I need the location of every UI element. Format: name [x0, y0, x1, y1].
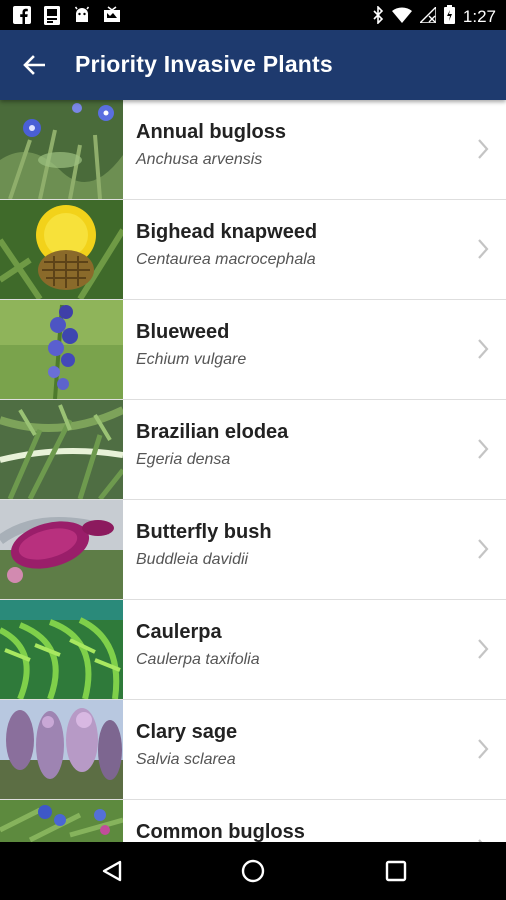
recents-square-icon [385, 860, 407, 882]
plant-common-name: Common bugloss [136, 821, 305, 842]
plant-common-name: Blueweed [136, 321, 230, 343]
status-bar: 1:27 [0, 0, 506, 30]
list-item[interactable]: Annual bugloss Anchusa arvensis [0, 100, 506, 200]
list-item[interactable]: Blueweed Echium vulgare [0, 300, 506, 400]
facebook-icon [12, 5, 32, 25]
list-item[interactable]: Common bugloss [0, 800, 506, 842]
plant-scientific-name: Buddleia davidii [136, 551, 249, 568]
chevron-right-icon [478, 539, 489, 559]
plant-list[interactable]: Annual bugloss Anchusa arvensis Bighead … [0, 100, 506, 842]
news-icon [102, 5, 122, 25]
list-item[interactable]: Bighead knapweed Centaurea macrocephala [0, 200, 506, 300]
plant-photo [0, 300, 123, 399]
chevron-right-icon [478, 439, 489, 459]
document-icon [42, 5, 62, 25]
arrow-left-icon [23, 55, 45, 75]
back-triangle-icon [102, 860, 122, 882]
plant-photo [0, 400, 123, 499]
chevron-right-icon [478, 739, 489, 759]
plant-common-name: Clary sage [136, 721, 238, 743]
nav-back-button[interactable] [97, 856, 127, 886]
back-button[interactable] [18, 51, 50, 79]
home-circle-icon [241, 859, 265, 883]
plant-photo [0, 200, 123, 299]
no-signal-icon [418, 4, 437, 28]
android-icon [72, 5, 92, 25]
plant-common-name: Annual bugloss [136, 121, 286, 143]
plant-scientific-name: Salvia sclarea [136, 751, 236, 768]
chevron-right-icon [478, 139, 489, 159]
plant-scientific-name: Echium vulgare [136, 351, 247, 368]
plant-photo [0, 800, 123, 842]
plant-photo [0, 500, 123, 599]
chevron-right-icon [478, 239, 489, 259]
plant-photo [0, 100, 123, 199]
wifi-icon [391, 6, 412, 28]
plant-common-name: Bighead knapweed [136, 221, 318, 243]
app-bar: Priority Invasive Plants [0, 30, 506, 100]
list-item[interactable]: Butterfly bush Buddleia davidii [0, 500, 506, 600]
clock: 1:27 [462, 7, 496, 26]
chevron-right-icon [478, 339, 489, 359]
plant-common-name: Brazilian elodea [136, 421, 289, 443]
plant-scientific-name: Caulerpa taxifolia [136, 651, 260, 668]
plant-scientific-name: Anchusa arvensis [136, 151, 263, 168]
notification-icons [12, 5, 122, 25]
bluetooth-icon [372, 4, 384, 29]
plant-common-name: Butterfly bush [136, 521, 272, 543]
battery-icon [443, 5, 455, 29]
list-item[interactable]: Brazilian elodea Egeria densa [0, 400, 506, 500]
page-title: Priority Invasive Plants [75, 51, 333, 77]
plant-scientific-name: Egeria densa [136, 451, 231, 468]
plant-scientific-name: Centaurea macrocephala [136, 251, 316, 268]
chevron-right-icon [478, 639, 489, 659]
list-item[interactable]: Caulerpa Caulerpa taxifolia [0, 600, 506, 700]
plant-common-name: Caulerpa [136, 621, 222, 643]
nav-recents-button[interactable] [381, 856, 411, 886]
nav-home-button[interactable] [238, 856, 268, 886]
system-nav-bar [0, 842, 506, 900]
plant-photo [0, 700, 123, 799]
list-item[interactable]: Clary sage Salvia sclarea [0, 700, 506, 800]
plant-photo [0, 600, 123, 699]
system-icons: 1:27 [372, 4, 496, 29]
